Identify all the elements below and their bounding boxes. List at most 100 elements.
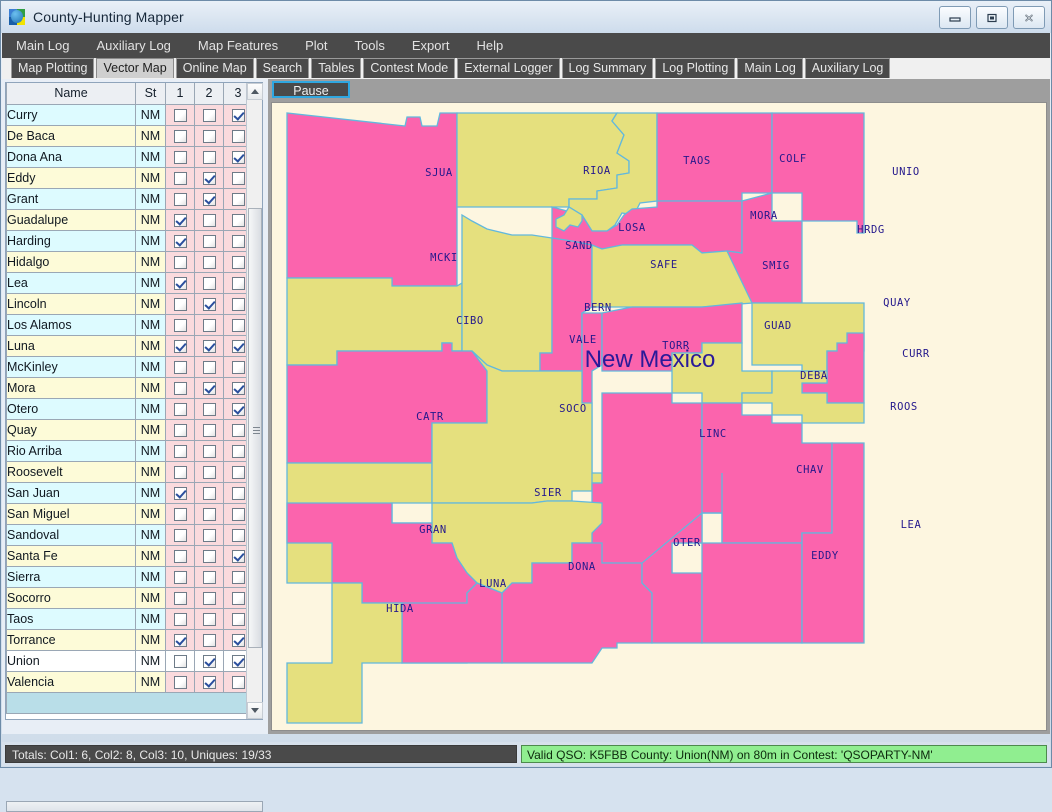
checkbox-unchecked-icon[interactable]	[202, 255, 216, 269]
table-row[interactable]: Sierra NM	[6, 565, 253, 588]
county-region-smig[interactable]	[591, 244, 753, 308]
cell-checkbox-col2[interactable]	[194, 649, 224, 672]
checkbox-unchecked-icon[interactable]	[231, 486, 245, 500]
cell-checkbox-col1[interactable]	[165, 481, 195, 504]
table-row[interactable]: Hidalgo NM	[6, 250, 253, 273]
tab-vector-map[interactable]: Vector Map	[96, 58, 174, 78]
cell-county-name[interactable]: Torrance	[6, 628, 136, 651]
checkbox-unchecked-icon[interactable]	[173, 360, 187, 374]
maximize-button[interactable]	[976, 6, 1008, 29]
cell-county-name[interactable]: Socorro	[6, 586, 136, 609]
checkbox-unchecked-icon[interactable]	[202, 528, 216, 542]
cell-county-name[interactable]: Hidalgo	[6, 250, 136, 273]
scrollbar-thumb[interactable]	[248, 208, 262, 648]
cell-county-name[interactable]: Guadalupe	[6, 208, 136, 231]
scroll-up-button[interactable]	[247, 83, 263, 100]
cell-county-name[interactable]: Harding	[6, 229, 136, 252]
checkbox-unchecked-icon[interactable]	[202, 444, 216, 458]
cell-county-name[interactable]: Quay	[6, 418, 136, 441]
checkbox-unchecked-icon[interactable]	[202, 570, 216, 584]
cell-checkbox-col1[interactable]	[165, 292, 195, 315]
tab-online-map[interactable]: Online Map	[175, 58, 254, 78]
menu-item-map-features[interactable]: Map Features	[198, 38, 278, 53]
cell-checkbox-col2[interactable]	[194, 271, 224, 294]
cell-checkbox-col1[interactable]	[165, 586, 195, 609]
cell-checkbox-col1[interactable]	[165, 628, 195, 651]
checkbox-unchecked-icon[interactable]	[231, 423, 245, 437]
checkbox-unchecked-icon[interactable]	[231, 444, 245, 458]
checkbox-unchecked-icon[interactable]	[231, 612, 245, 626]
checkbox-checked-icon[interactable]	[231, 381, 245, 395]
checkbox-unchecked-icon[interactable]	[173, 402, 187, 416]
cell-checkbox-col2[interactable]	[194, 313, 224, 336]
checkbox-unchecked-icon[interactable]	[173, 423, 187, 437]
table-row[interactable]: Roosevelt NM	[6, 460, 253, 483]
cell-checkbox-col1[interactable]	[165, 544, 195, 567]
checkbox-checked-icon[interactable]	[173, 213, 187, 227]
checkbox-unchecked-icon[interactable]	[202, 423, 216, 437]
checkbox-checked-icon[interactable]	[231, 108, 245, 122]
table-row[interactable]: Luna NM	[6, 334, 253, 357]
checkbox-checked-icon[interactable]	[173, 339, 187, 353]
menu-item-auxiliary-log[interactable]: Auxiliary Log	[96, 38, 170, 53]
table-row[interactable]: Otero NM	[6, 397, 253, 420]
checkbox-unchecked-icon[interactable]	[173, 591, 187, 605]
checkbox-unchecked-icon[interactable]	[173, 612, 187, 626]
cell-county-name[interactable]: Luna	[6, 334, 136, 357]
checkbox-unchecked-icon[interactable]	[173, 654, 187, 668]
checkbox-checked-icon[interactable]	[231, 633, 245, 647]
county-region-unio[interactable]	[771, 112, 865, 234]
cell-checkbox-col2[interactable]	[194, 166, 224, 189]
tab-log-plotting[interactable]: Log Plotting	[655, 58, 736, 78]
table-row[interactable]: Sandoval NM	[6, 523, 253, 546]
checkbox-checked-icon[interactable]	[202, 171, 216, 185]
cell-checkbox-col1[interactable]	[165, 397, 195, 420]
tab-contest-mode[interactable]: Contest Mode	[363, 58, 456, 78]
cell-county-name[interactable]: Eddy	[6, 166, 136, 189]
county-region-colf[interactable]	[656, 112, 773, 202]
cell-checkbox-col2[interactable]	[194, 565, 224, 588]
cell-checkbox-col1[interactable]	[165, 607, 195, 630]
tab-auxiliary-log[interactable]: Auxiliary Log	[804, 58, 891, 78]
checkbox-unchecked-icon[interactable]	[231, 171, 245, 185]
minimize-button[interactable]	[939, 6, 971, 29]
table-row[interactable]: Socorro NM	[6, 586, 253, 609]
checkbox-unchecked-icon[interactable]	[173, 255, 187, 269]
column-header-1[interactable]: 1	[165, 83, 195, 105]
grid-vertical-scrollbar[interactable]	[246, 83, 263, 719]
menu-item-plot[interactable]: Plot	[305, 38, 327, 53]
checkbox-checked-icon[interactable]	[231, 339, 245, 353]
cell-checkbox-col2[interactable]	[194, 376, 224, 399]
cell-checkbox-col1[interactable]	[165, 523, 195, 546]
checkbox-unchecked-icon[interactable]	[202, 486, 216, 500]
checkbox-unchecked-icon[interactable]	[202, 591, 216, 605]
cell-checkbox-col2[interactable]	[194, 418, 224, 441]
cell-checkbox-col1[interactable]	[165, 229, 195, 252]
cell-checkbox-col2[interactable]	[194, 523, 224, 546]
checkbox-unchecked-icon[interactable]	[231, 192, 245, 206]
table-row[interactable]: De Baca NM	[6, 124, 253, 147]
cell-county-name[interactable]: Sierra	[6, 565, 136, 588]
checkbox-unchecked-icon[interactable]	[173, 171, 187, 185]
checkbox-unchecked-icon[interactable]	[231, 591, 245, 605]
column-header-2[interactable]: 2	[194, 83, 224, 105]
checkbox-unchecked-icon[interactable]	[231, 129, 245, 143]
checkbox-unchecked-icon[interactable]	[202, 633, 216, 647]
cell-checkbox-col2[interactable]	[194, 439, 224, 462]
table-row[interactable]: Dona Ana NM	[6, 145, 253, 168]
cell-county-name[interactable]: Santa Fe	[6, 544, 136, 567]
cell-checkbox-col2[interactable]	[194, 544, 224, 567]
tab-log-summary[interactable]: Log Summary	[561, 58, 654, 78]
table-row[interactable]: Los Alamos NM	[6, 313, 253, 336]
checkbox-unchecked-icon[interactable]	[202, 150, 216, 164]
column-header-st[interactable]: St	[135, 83, 166, 105]
checkbox-unchecked-icon[interactable]	[173, 465, 187, 479]
cell-checkbox-col2[interactable]	[194, 397, 224, 420]
checkbox-unchecked-icon[interactable]	[231, 465, 245, 479]
cell-county-name[interactable]: Otero	[6, 397, 136, 420]
checkbox-unchecked-icon[interactable]	[173, 528, 187, 542]
checkbox-unchecked-icon[interactable]	[202, 612, 216, 626]
checkbox-unchecked-icon[interactable]	[173, 675, 187, 689]
checkbox-unchecked-icon[interactable]	[202, 318, 216, 332]
checkbox-checked-icon[interactable]	[231, 150, 245, 164]
